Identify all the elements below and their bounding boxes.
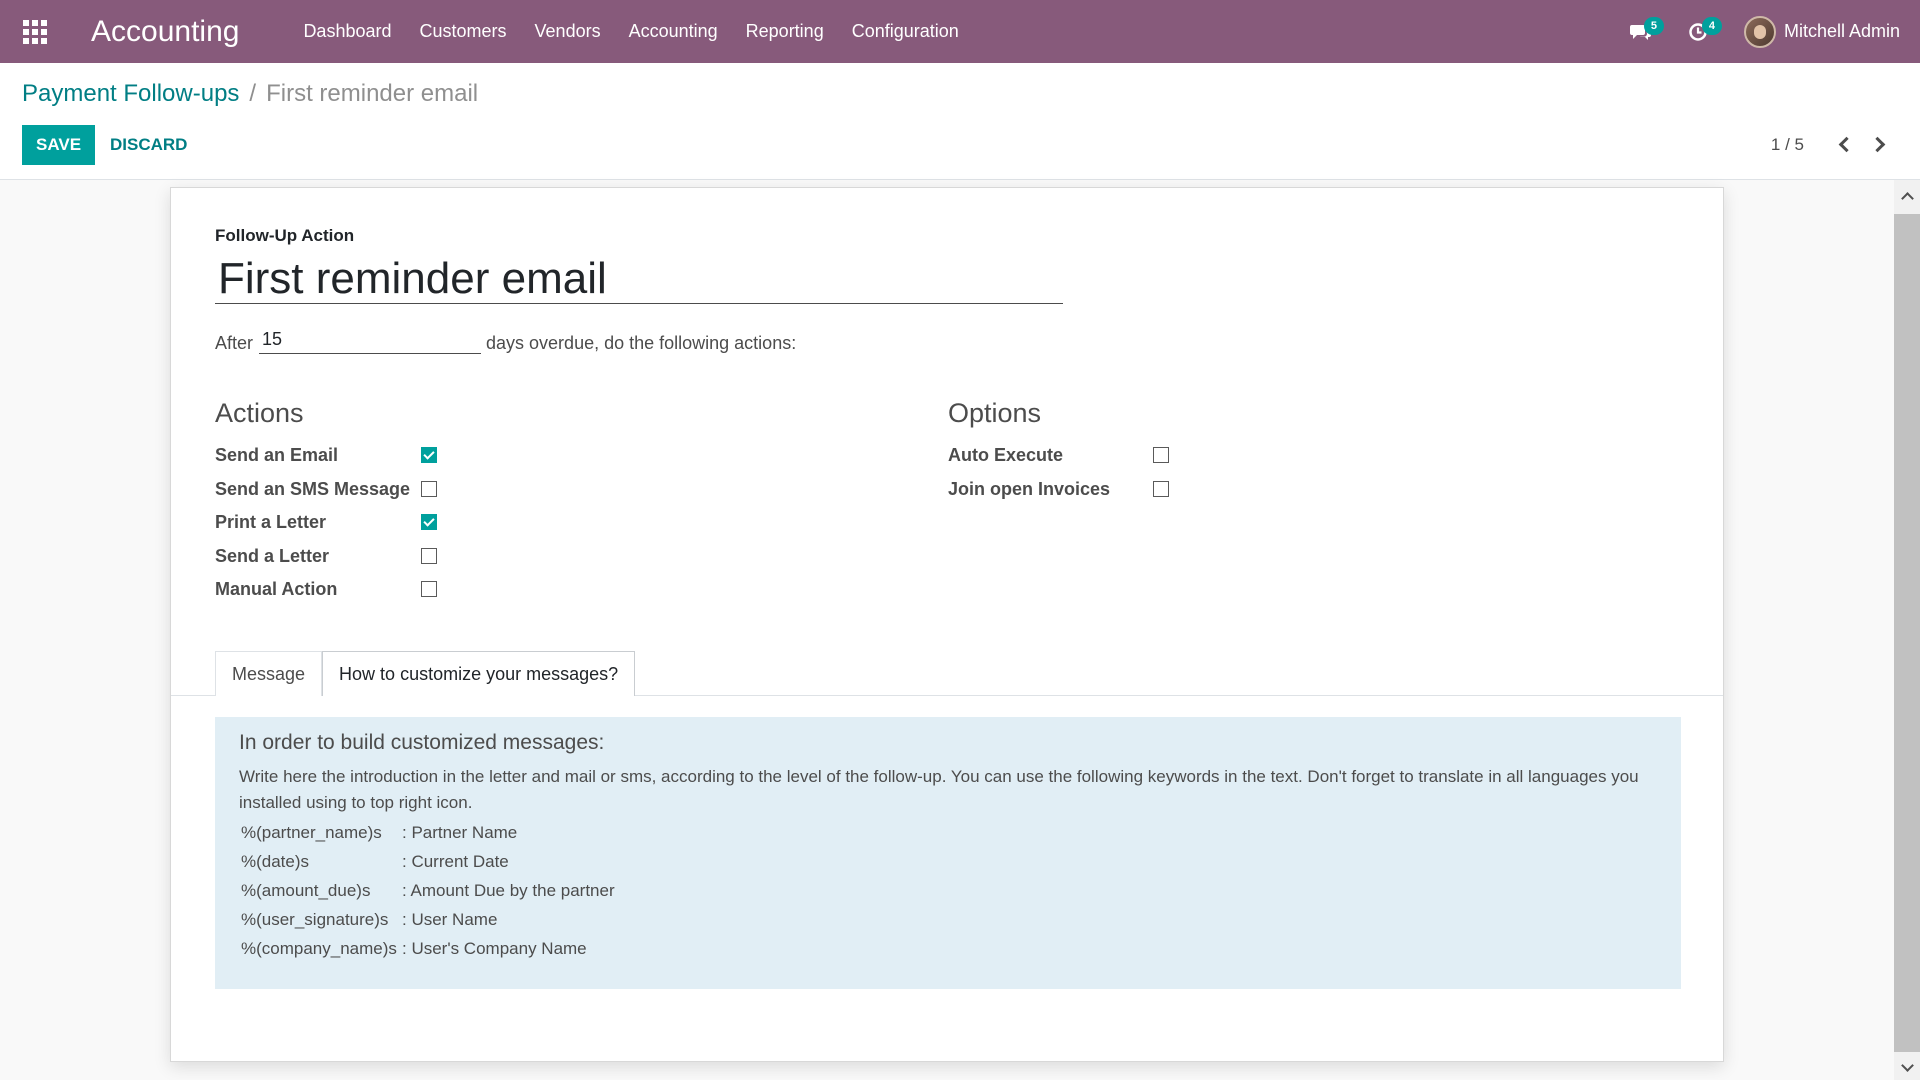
send-email-label: Send an Email <box>215 444 339 465</box>
activity-menu[interactable]: 4 <box>1688 0 1722 63</box>
help-intro: Write here the introduction in the lette… <box>239 767 1639 812</box>
keyword-key: %(partner_name)s <box>241 823 382 842</box>
manual-action-label: Manual Action <box>215 578 338 599</box>
activities-count-badge: 4 <box>1701 17 1722 35</box>
scroll-down-arrow-icon[interactable] <box>1894 1056 1920 1080</box>
systray: 5 4 Mitchell Admin <box>1629 0 1900 63</box>
keyword-row: %(company_name)s : User's Company Name <box>239 934 1657 963</box>
delay-days-input[interactable]: 15 <box>259 326 482 354</box>
notebook-tabs: Message How to customize your messages? <box>215 651 636 696</box>
send-email-checkbox[interactable] <box>421 447 437 463</box>
keyword-description: : Amount Due by the partner <box>402 881 615 900</box>
field-send-letter: Send a Letter <box>215 541 329 571</box>
chevron-left-icon <box>1838 136 1855 152</box>
scroll-up-arrow-icon[interactable] <box>1894 184 1920 208</box>
manual-action-checkbox[interactable] <box>421 581 437 597</box>
keyword-row: %(date)s : Current Date <box>239 847 1657 876</box>
keyword-key: %(company_name)s <box>241 939 397 958</box>
keyword-row: %(partner_name)s : Partner Name <box>239 818 1657 847</box>
customize-help-panel: In order to build customized messages: W… <box>215 717 1681 989</box>
apps-menu-icon[interactable] <box>0 0 70 63</box>
print-letter-label: Print a Letter <box>215 511 327 532</box>
breadcrumb: Payment Follow-ups / First reminder emai… <box>22 80 478 108</box>
user-avatar[interactable] <box>1743 15 1776 48</box>
form-section-label: Follow-Up Action <box>215 226 355 245</box>
discard-button[interactable]: DISCARD <box>100 125 197 165</box>
menu-item-accounting[interactable]: Accounting <box>615 0 732 63</box>
print-letter-checkbox[interactable] <box>421 514 437 530</box>
auto-execute-checkbox[interactable] <box>1153 447 1169 463</box>
field-manual-action: Manual Action <box>215 574 337 604</box>
field-join-invoices: Join open Invoices <box>948 474 1110 504</box>
send-letter-label: Send a Letter <box>215 545 330 566</box>
user-name[interactable]: Mitchell Admin <box>1784 21 1900 42</box>
apps-grid-icon <box>23 19 47 44</box>
send-sms-label: Send an SMS Message <box>215 478 411 499</box>
main-menu: Dashboard Customers Vendors Accounting R… <box>289 0 972 63</box>
menu-item-configuration[interactable]: Configuration <box>838 0 973 63</box>
pager-previous-button[interactable] <box>1830 129 1858 159</box>
delay-row: After 15 days overdue, do the following … <box>215 326 796 354</box>
keyword-description: : User Name <box>402 910 498 929</box>
breadcrumb-parent-link[interactable]: Payment Follow-ups <box>22 80 239 108</box>
action-name-input[interactable]: First reminder email <box>215 254 1063 304</box>
keyword-description: : Current Date <box>402 852 509 871</box>
keyword-key: %(user_signature)s <box>241 910 389 929</box>
pager-next-button[interactable] <box>1866 129 1894 159</box>
field-send-sms: Send an SMS Message <box>215 474 410 504</box>
send-letter-checkbox[interactable] <box>421 548 437 564</box>
chevron-right-icon <box>1869 136 1886 152</box>
field-auto-execute: Auto Execute <box>948 440 1063 470</box>
actions-group-title: Actions <box>215 398 304 428</box>
keyword-row: %(amount_due)s : Amount Due by the partn… <box>239 876 1657 905</box>
field-send-email: Send an Email <box>215 440 338 470</box>
options-group-title: Options <box>948 398 1042 428</box>
app-title[interactable]: Accounting <box>91 15 239 49</box>
breadcrumb-current: First reminder email <box>266 80 479 107</box>
scrollbar-thumb[interactable] <box>1894 214 1920 1052</box>
join-invoices-label: Join open Invoices <box>948 478 1111 499</box>
form-sheet: Follow-Up Action First reminder email Af… <box>170 187 1724 1062</box>
menu-item-customers[interactable]: Customers <box>406 0 521 63</box>
auto-execute-label: Auto Execute <box>948 444 1064 465</box>
top-navbar: Accounting Dashboard Customers Vendors A… <box>0 0 1920 63</box>
pager-value[interactable]: 1 / 5 <box>1771 135 1804 155</box>
keyword-key: %(date)s <box>241 852 310 871</box>
keyword-description: : User's Company Name <box>402 939 587 958</box>
menu-item-reporting[interactable]: Reporting <box>732 0 838 63</box>
help-heading: In order to build customized messages: <box>239 731 605 754</box>
messaging-menu[interactable]: 5 <box>1629 0 1664 63</box>
field-print-letter: Print a Letter <box>215 507 326 537</box>
tab-customize-help[interactable]: How to customize your messages? <box>322 651 636 696</box>
menu-item-dashboard[interactable]: Dashboard <box>289 0 405 63</box>
keyword-description: : Partner Name <box>402 823 518 842</box>
keyword-key: %(amount_due)s <box>241 881 371 900</box>
breadcrumb-separator: / <box>249 80 257 107</box>
messages-count-badge: 5 <box>1643 17 1664 35</box>
page-scrollbar[interactable] <box>1894 180 1920 1080</box>
tab-message[interactable]: Message <box>215 651 323 696</box>
menu-item-vendors[interactable]: Vendors <box>521 0 615 63</box>
after-suffix-label: days overdue, do the following actions: <box>486 333 797 353</box>
send-sms-checkbox[interactable] <box>421 481 437 497</box>
after-label: After <box>215 333 254 353</box>
keyword-row: %(user_signature)s : User Name <box>239 905 1657 934</box>
save-button[interactable]: SAVE <box>22 125 96 165</box>
control-panel: Payment Follow-ups / First reminder emai… <box>0 63 1920 180</box>
join-invoices-checkbox[interactable] <box>1153 481 1169 497</box>
